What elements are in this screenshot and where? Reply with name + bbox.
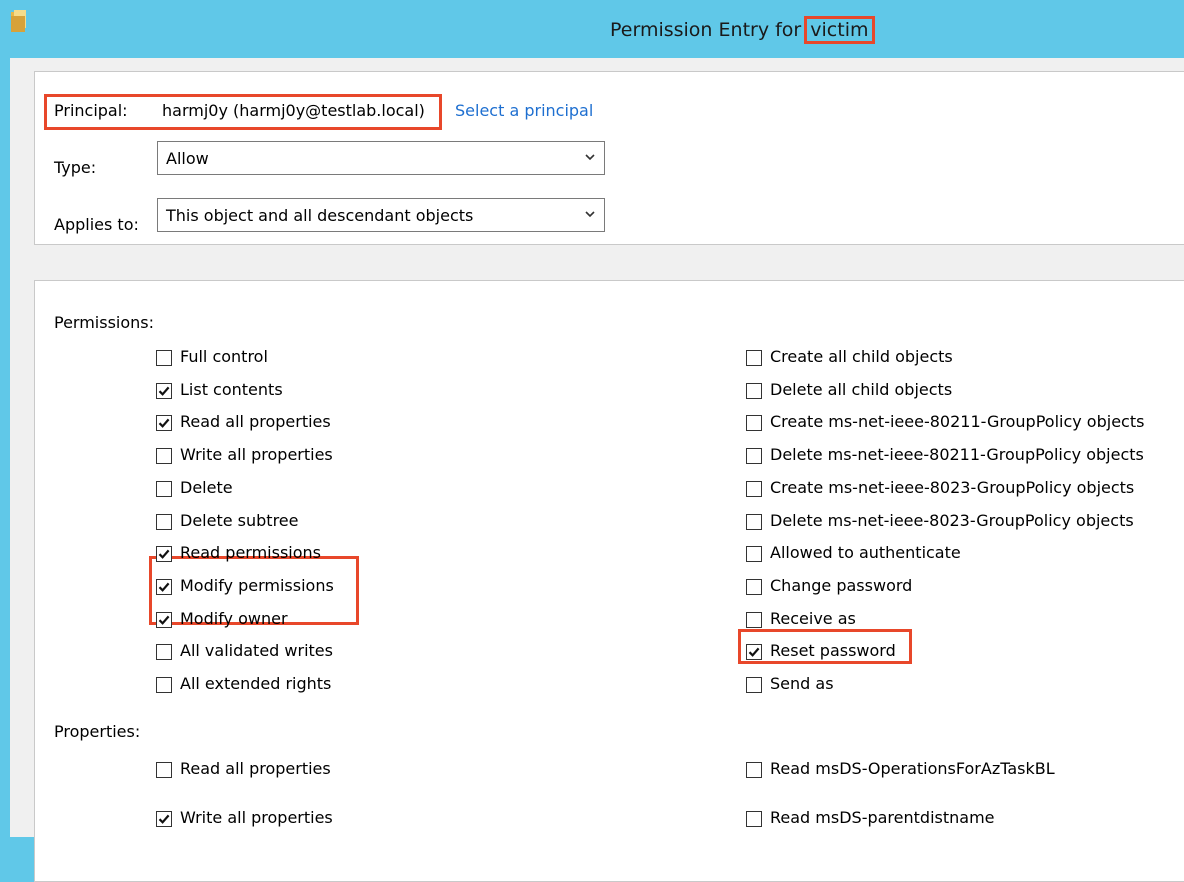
title-object-name: victim (804, 16, 875, 44)
checkbox-delete-all-child-objects[interactable] (746, 382, 762, 399)
type-select[interactable]: Allow (157, 141, 605, 175)
checkbox-write-all-properties[interactable] (156, 448, 172, 465)
checkbox-label: Full control (180, 347, 268, 366)
checkbox-read-msds-operationsforaztaskbl[interactable] (746, 762, 762, 778)
checkbox-create-ms-net-ieee-8023-grouppolicy-objects[interactable] (746, 480, 762, 497)
checkbox-all-validated-writes[interactable] (156, 644, 172, 661)
checkbox-list-contents[interactable] (156, 382, 172, 399)
checkbox-label: Read all properties (180, 412, 331, 432)
checkbox-delete-subtree[interactable] (156, 513, 172, 530)
checkbox-change-password[interactable] (746, 578, 762, 595)
checkbox-label: List contents (180, 379, 283, 399)
checkbox-delete-ms-net-ieee-8023-grouppolicy-objects[interactable] (746, 513, 762, 530)
select-principal-link[interactable]: Select a principal (455, 101, 593, 120)
checkbox-read-permissions[interactable] (156, 546, 172, 563)
checkbox-label: Receive as (770, 608, 856, 628)
checkbox-label: Delete ms-net-ieee-80211-GroupPolicy obj… (770, 445, 1144, 465)
checkbox-delete-ms-net-ieee-80211-grouppolicy-objects[interactable] (746, 448, 762, 465)
checkbox-label: Modify permissions (180, 575, 334, 595)
checkbox-all-extended-rights[interactable] (156, 677, 172, 693)
checkbox-label: Create all child objects (770, 347, 953, 366)
checkbox-label: Delete subtree (180, 510, 299, 530)
checkbox-read-all-properties[interactable] (156, 415, 172, 432)
checkbox-modify-permissions[interactable] (156, 578, 172, 595)
checkbox-label: Modify owner (180, 608, 288, 628)
checkbox-create-all-child-objects[interactable] (746, 350, 762, 366)
checkbox-label: Reset password (770, 641, 896, 661)
principal-label: Principal: (54, 101, 128, 120)
checkbox-label: Create ms-net-ieee-8023-GroupPolicy obje… (770, 477, 1135, 497)
dialog-body: Principal: harmj0y (harmj0y@testlab.loca… (10, 58, 1184, 882)
checkbox-label: Create ms-net-ieee-80211-GroupPolicy obj… (770, 412, 1145, 432)
chevron-down-icon (585, 211, 595, 218)
checkbox-label: Write all properties (180, 445, 333, 465)
checkbox-label: Change password (770, 575, 913, 595)
checkbox-allowed-to-authenticate[interactable] (746, 546, 762, 563)
checkbox-create-ms-net-ieee-80211-grouppolicy-objects[interactable] (746, 415, 762, 432)
checkbox-receive-as[interactable] (746, 611, 762, 628)
applies-to-select[interactable]: This object and all descendant objects (157, 198, 605, 232)
checkbox-label: Write all properties (180, 808, 333, 827)
principal-panel: Principal: harmj0y (harmj0y@testlab.loca… (34, 71, 1184, 245)
type-value: Allow (166, 149, 209, 168)
checkbox-label: Read msDS-OperationsForAzTaskBL (770, 759, 1055, 778)
checkbox-label: Delete (180, 477, 233, 497)
checkbox-reset-password[interactable] (746, 644, 762, 661)
permissions-heading: Permissions: (54, 313, 155, 332)
type-label: Type: (54, 158, 97, 177)
checkbox-write-all-properties[interactable] (156, 811, 172, 827)
principal-value: harmj0y (harmj0y@testlab.local) (162, 101, 425, 120)
window-title: Permission Entry for victim (610, 16, 875, 44)
checkbox-label: All extended rights (180, 674, 332, 693)
folder-icon (11, 10, 26, 32)
checkbox-send-as[interactable] (746, 677, 762, 693)
checkbox-read-msds-parentdistname[interactable] (746, 811, 762, 827)
checkbox-label: Send as (770, 674, 834, 693)
checkbox-full-control[interactable] (156, 350, 172, 366)
checkbox-delete[interactable] (156, 480, 172, 497)
applies-to-value: This object and all descendant objects (166, 206, 474, 225)
checkbox-label: Read permissions (180, 543, 321, 563)
chevron-down-icon (585, 154, 595, 161)
properties-heading: Properties: (54, 722, 141, 741)
title-bar: Permission Entry for victim (0, 0, 1184, 64)
checkbox-label: Delete ms-net-ieee-8023-GroupPolicy obje… (770, 510, 1134, 530)
checkbox-read-all-properties[interactable] (156, 762, 172, 778)
checkbox-label: Read msDS-parentdistname (770, 808, 995, 827)
checkbox-label: All validated writes (180, 641, 333, 661)
checkbox-modify-owner[interactable] (156, 611, 172, 628)
checkbox-label: Read all properties (180, 759, 331, 778)
checkbox-label: Delete all child objects (770, 379, 953, 399)
permissions-panel: Permissions: Properties: Full control Lis… (34, 280, 1184, 882)
applies-to-label: Applies to: (54, 215, 139, 234)
checkbox-label: Allowed to authenticate (770, 543, 961, 563)
